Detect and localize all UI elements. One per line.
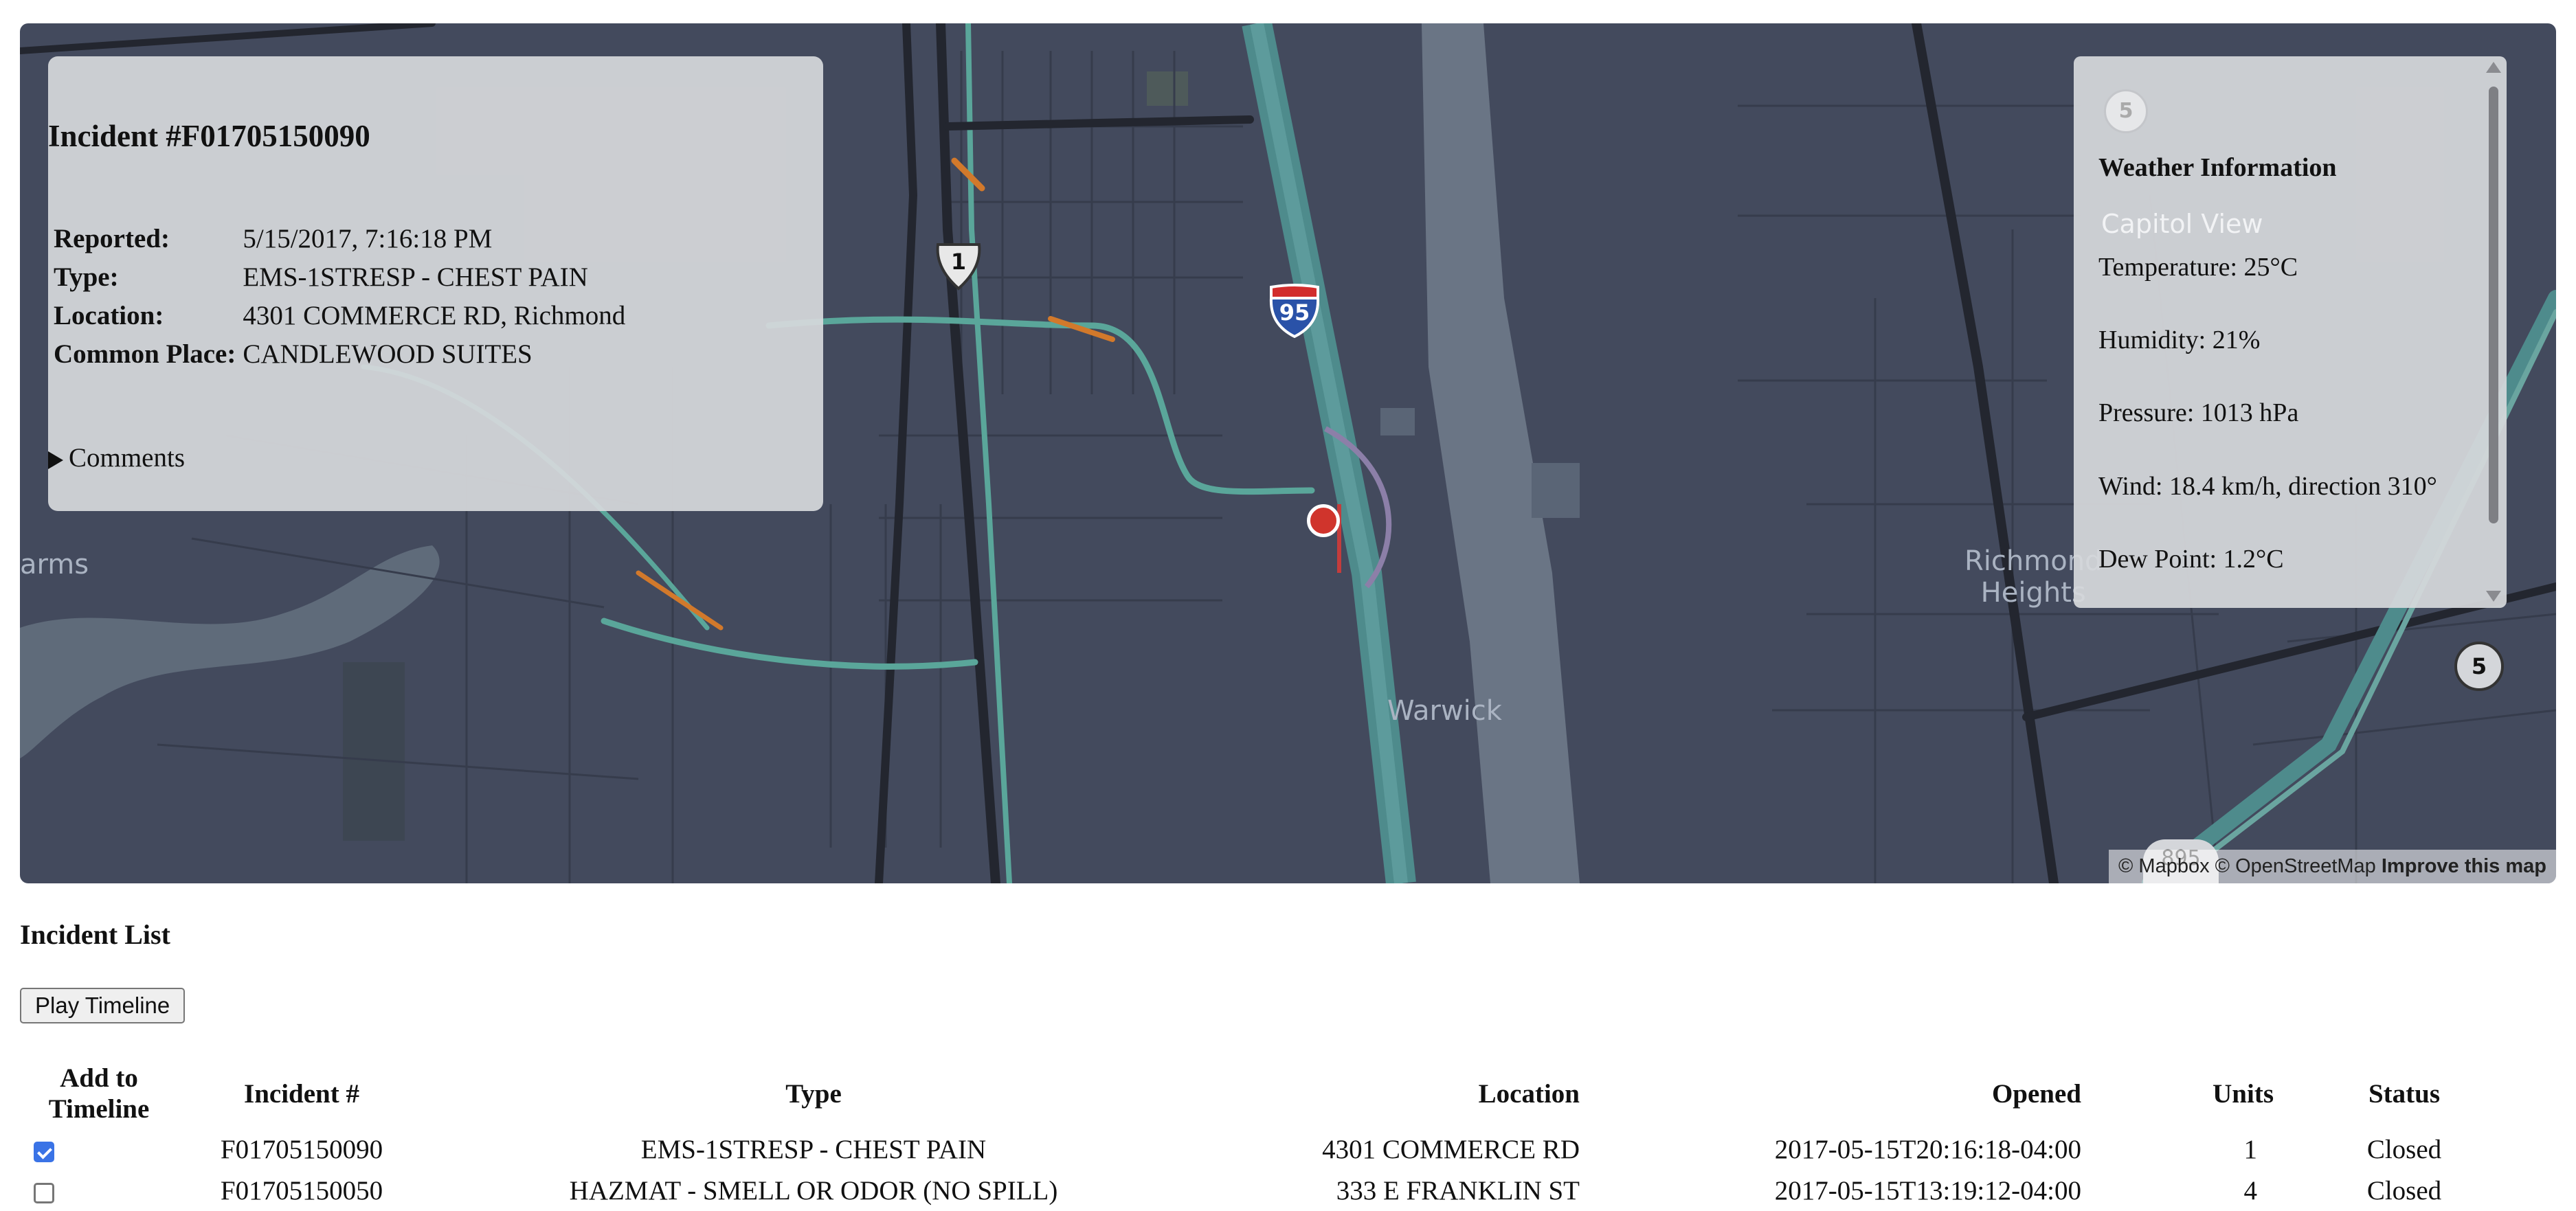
- place-label-arms: arms: [20, 549, 89, 580]
- detail-label: Reported:: [54, 224, 170, 253]
- column-header-type[interactable]: Type: [425, 1063, 1202, 1129]
- incident-opened-cell: 2017-05-15T20:16:18-04:00: [1774, 1134, 2081, 1164]
- table-row[interactable]: F01705150090 EMS-1STRESP - CHEST PAIN 43…: [20, 1129, 2535, 1170]
- detail-value: 4301 COMMERCE RD, Richmond: [243, 301, 626, 330]
- scroll-down-arrow-icon[interactable]: [2486, 591, 2501, 602]
- weather-pressure: Pressure: 1013 hPa: [2098, 398, 2299, 427]
- table-row[interactable]: F01705150050 HAZMAT - SMELL OR ODOR (NO …: [20, 1170, 2535, 1211]
- detail-row-type: Type: EMS-1STRESP - CHEST PAIN: [54, 262, 625, 300]
- scrollbar-thumb[interactable]: [2489, 87, 2498, 523]
- mapbox-attribution-link[interactable]: © Mapbox: [2118, 855, 2210, 877]
- detail-label: Type:: [54, 262, 119, 292]
- disclosure-triangle-icon: [48, 451, 63, 470]
- state-route-5-shield-icon: 5: [2104, 89, 2148, 133]
- incident-table: Add to Timeline Incident # Type Location…: [20, 1063, 2535, 1211]
- detail-row-reported: Reported: 5/15/2017, 7:16:18 PM: [54, 223, 625, 262]
- incident-units-cell: 4: [2243, 1175, 2258, 1206]
- incident-location-cell: 333 E FRANKLIN ST: [1336, 1175, 1580, 1206]
- column-header-incident-number[interactable]: Incident #: [178, 1063, 425, 1129]
- weather-wind: Wind: 18.4 km/h, direction 310°: [2098, 472, 2437, 501]
- detail-label: Location:: [54, 301, 164, 330]
- map-attribution: © Mapbox © OpenStreetMap Improve this ma…: [2108, 850, 2556, 883]
- weather-scrollbar[interactable]: [2485, 62, 2502, 602]
- osm-attribution-link[interactable]: © OpenStreetMap: [2215, 855, 2376, 877]
- incident-list-title: Incident List: [20, 919, 170, 950]
- incident-type-cell: HAZMAT - SMELL OR ODOR (NO SPILL): [569, 1175, 1058, 1206]
- place-label-capitol-view: Capitol View: [2101, 209, 2263, 239]
- add-to-timeline-checkbox[interactable]: [34, 1141, 54, 1162]
- comments-toggle[interactable]: Comments: [48, 442, 185, 473]
- play-timeline-button[interactable]: Play Timeline: [20, 988, 186, 1023]
- detail-value: EMS-1STRESP - CHEST PAIN: [243, 262, 588, 292]
- incident-number-cell: F01705150090: [220, 1134, 383, 1164]
- interstate-95-number: 95: [1279, 299, 1310, 326]
- incident-type-cell: EMS-1STRESP - CHEST PAIN: [640, 1134, 987, 1164]
- add-to-timeline-checkbox[interactable]: [34, 1182, 54, 1203]
- interstate-95-shield-icon: 95: [1267, 283, 1322, 339]
- us-route-1-shield-icon: 1: [934, 240, 983, 291]
- incident-number-cell: F01705150050: [220, 1175, 383, 1206]
- incident-marker[interactable]: [1307, 504, 1340, 537]
- weather-temperature: Temperature: 25°C: [2098, 253, 2298, 282]
- incident-location-cell: 4301 COMMERCE RD: [1322, 1134, 1580, 1164]
- weather-dew-point: Dew Point: 1.2°C: [2098, 545, 2284, 574]
- state-route-5-shield-icon: 5: [2454, 642, 2504, 691]
- weather-popup[interactable]: 5 Weather Information Capitol View Tempe…: [2074, 56, 2507, 608]
- incident-units-cell: 1: [2243, 1134, 2258, 1164]
- column-header-status[interactable]: Status: [2274, 1063, 2535, 1129]
- incident-details: Reported: 5/15/2017, 7:16:18 PM Type: EMS-…: [54, 223, 625, 377]
- column-header-location[interactable]: Location: [1202, 1063, 1580, 1129]
- place-label-warwick: Warwick: [1387, 695, 1502, 727]
- table-header-row: Add to Timeline Incident # Type Location…: [20, 1063, 2535, 1129]
- detail-value: 5/15/2017, 7:16:18 PM: [243, 224, 493, 253]
- detail-label: Common Place:: [54, 339, 236, 369]
- incident-status-cell: Closed: [2366, 1175, 2442, 1206]
- column-header-add-to-timeline[interactable]: Add to Timeline: [20, 1063, 178, 1129]
- weather-humidity: Humidity: 21%: [2098, 326, 2261, 354]
- weather-title: Weather Information: [2098, 153, 2337, 182]
- column-header-units[interactable]: Units: [2081, 1063, 2274, 1129]
- scroll-up-arrow-icon[interactable]: [2486, 62, 2501, 73]
- improve-map-link[interactable]: Improve this map: [2382, 855, 2546, 877]
- detail-row-location: Location: 4301 COMMERCE RD, Richmond: [54, 300, 625, 339]
- detail-value: CANDLEWOOD SUITES: [243, 339, 533, 369]
- incident-opened-cell: 2017-05-15T13:19:12-04:00: [1774, 1175, 2081, 1206]
- comments-label: Comments: [69, 443, 186, 473]
- us-route-1-number: 1: [950, 249, 967, 275]
- column-header-opened[interactable]: Opened: [1580, 1063, 2081, 1129]
- incident-title: Incident #F01705150090: [48, 119, 370, 153]
- detail-row-common-place: Common Place: CANDLEWOOD SUITES: [54, 339, 625, 377]
- incident-popup: Incident #F01705150090 Reported: 5/15/201…: [48, 56, 823, 511]
- incident-status-cell: Closed: [2366, 1134, 2442, 1164]
